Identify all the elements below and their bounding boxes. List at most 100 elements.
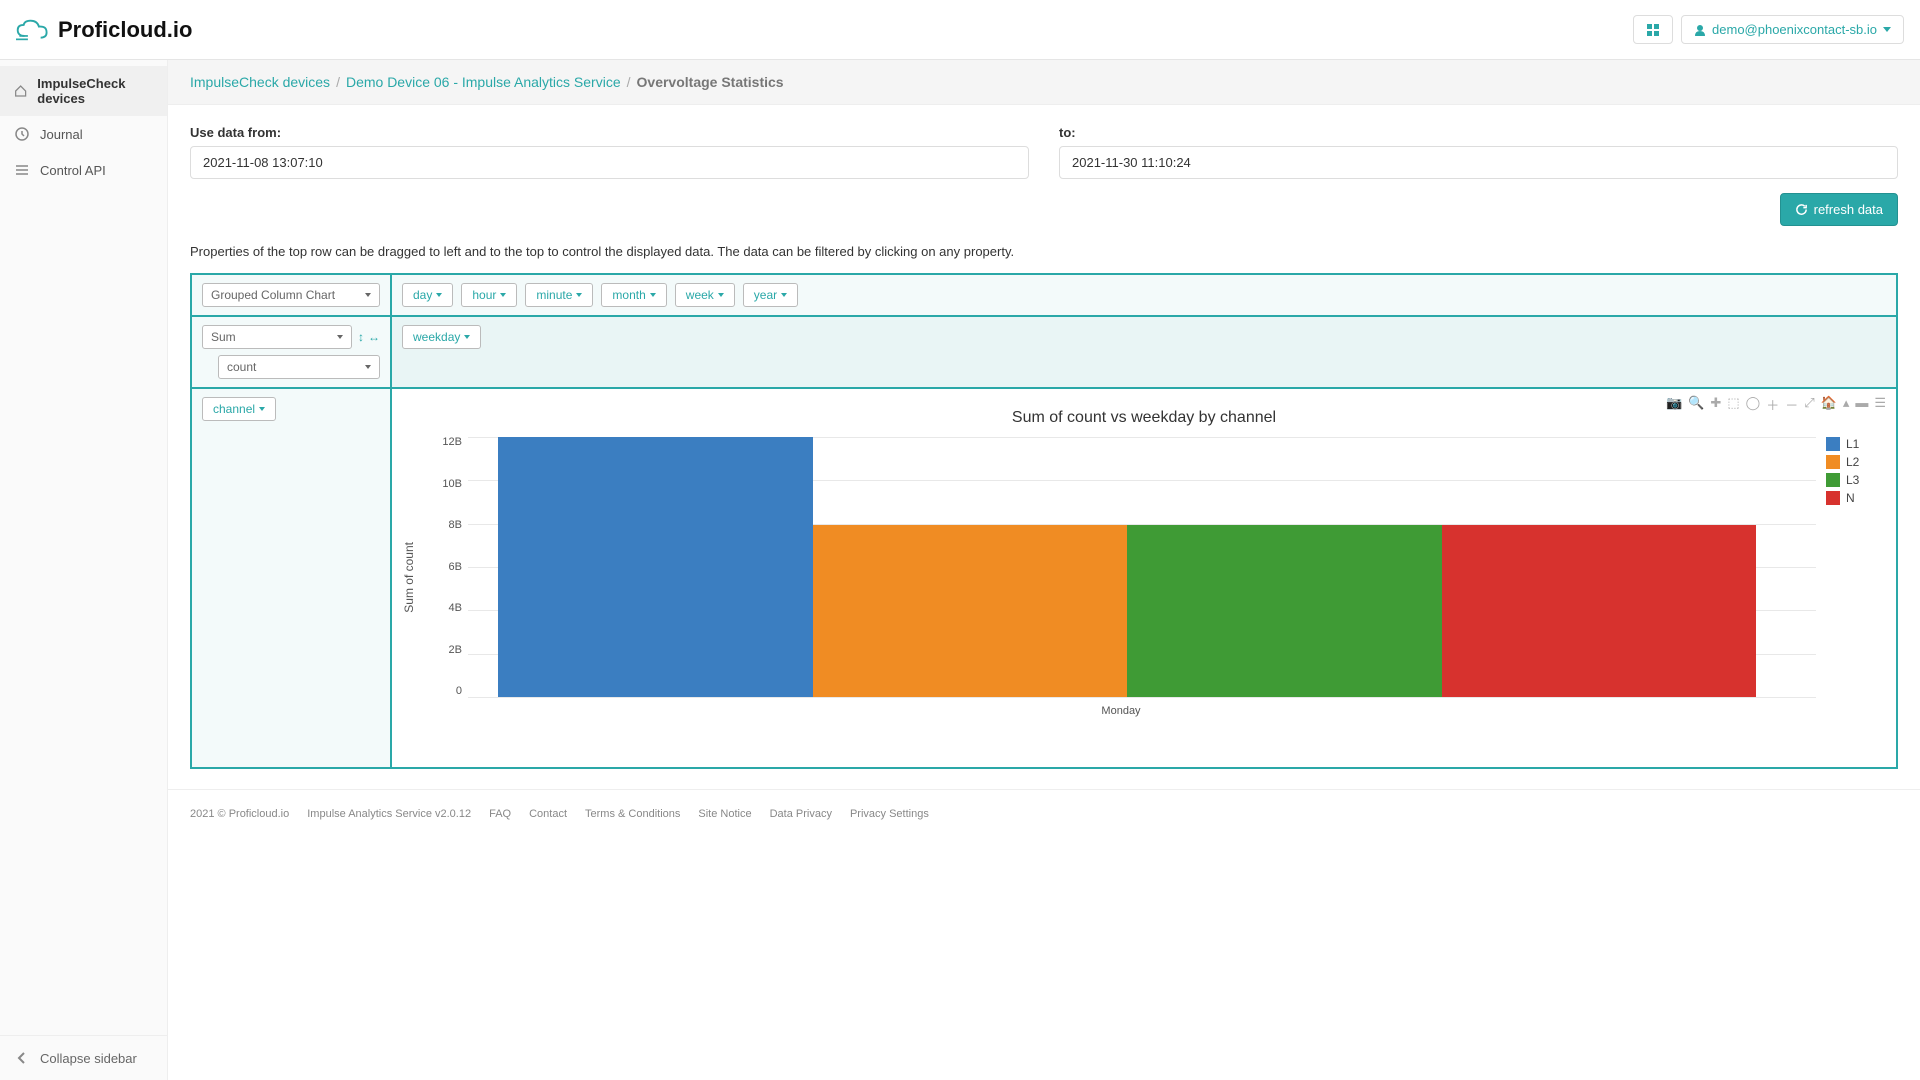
- collapse-sidebar-button[interactable]: Collapse sidebar: [0, 1035, 167, 1080]
- x-category-label: Monday: [426, 705, 1816, 717]
- legend-swatch: [1826, 491, 1840, 505]
- y-tick: 4B: [426, 603, 462, 614]
- user-menu-button[interactable]: demo@phoenixcontact-sb.io: [1681, 15, 1904, 44]
- dim-chip-week[interactable]: week: [675, 283, 735, 307]
- dim-chip-year[interactable]: year: [743, 283, 798, 307]
- footer-link-data-privacy[interactable]: Data Privacy: [770, 808, 832, 820]
- apps-button[interactable]: [1633, 15, 1673, 44]
- chart-type-cell: Grouped Column Chart: [191, 274, 391, 316]
- hover-icon[interactable]: ▬: [1855, 395, 1868, 414]
- date-from-input[interactable]: [190, 146, 1029, 179]
- dim-chip-day[interactable]: day: [402, 283, 453, 307]
- dim-chip-hour[interactable]: hour: [461, 283, 517, 307]
- breadcrumb-link[interactable]: ImpulseCheck devices: [190, 74, 330, 90]
- unused-dims-cell: dayhour minute month week year: [391, 274, 1897, 316]
- refresh-icon: [1795, 203, 1808, 216]
- chevron-down-icon: [500, 293, 506, 297]
- sidebar-item-journal[interactable]: Journal: [0, 116, 167, 152]
- refresh-data-button[interactable]: refresh data: [1780, 193, 1898, 226]
- footer-link-privacy-settings[interactable]: Privacy Settings: [850, 808, 929, 820]
- zoom-out-icon[interactable]: －: [1785, 395, 1798, 414]
- autoscale-icon[interactable]: ⤢: [1804, 395, 1814, 414]
- bars: [498, 437, 1756, 697]
- legend-swatch: [1826, 473, 1840, 487]
- sidebar-item-control-api[interactable]: Control API: [0, 152, 167, 188]
- brand-name: Proficloud.io: [58, 17, 192, 43]
- bar-L3[interactable]: [1127, 525, 1442, 697]
- aggregator-field-select[interactable]: count: [218, 355, 380, 379]
- chevron-down-icon: [464, 335, 470, 339]
- brand-logo: Proficloud.io: [16, 17, 192, 43]
- y-tick: 10B: [426, 479, 462, 490]
- bar-L2[interactable]: [813, 525, 1128, 697]
- lasso-icon[interactable]: ◯: [1746, 395, 1761, 414]
- footer-link-terms-conditions[interactable]: Terms & Conditions: [585, 808, 680, 820]
- date-to-label: to:: [1059, 125, 1898, 140]
- sort-horizontal-icon[interactable]: ↔: [368, 330, 380, 344]
- column-dims-cell: weekday: [391, 316, 1897, 388]
- sidebar-item-label: ImpulseCheck devices: [37, 76, 153, 106]
- legend-swatch: [1826, 437, 1840, 451]
- plot-region: 12B10B8B6B4B2B0 Monday: [426, 437, 1816, 717]
- cloud-icon: [16, 18, 50, 42]
- main: ImpulseCheck devices/Demo Device 06 - Im…: [168, 60, 1920, 1080]
- topbar-right: demo@phoenixcontact-sb.io: [1633, 15, 1904, 44]
- y-tick: 12B: [426, 437, 462, 448]
- sidebar-item-label: Control API: [40, 163, 106, 178]
- chevron-down-icon: [1883, 27, 1891, 32]
- y-axis-ticks: 12B10B8B6B4B2B0: [426, 437, 462, 697]
- user-label: demo@phoenixcontact-sb.io: [1712, 22, 1877, 37]
- breadcrumb-current: Overvoltage Statistics: [637, 74, 784, 90]
- pan-icon[interactable]: ✚: [1710, 395, 1721, 414]
- sidebar-item-label: Journal: [40, 127, 83, 142]
- chevron-down-icon: [576, 293, 582, 297]
- legend-item-L2[interactable]: L2: [1826, 455, 1886, 469]
- box-select-icon[interactable]: ⬚: [1727, 395, 1739, 414]
- aggregator-value: Sum: [211, 330, 236, 344]
- breadcrumb-link[interactable]: Demo Device 06 - Impulse Analytics Servi…: [346, 74, 621, 90]
- y-tick: 6B: [426, 562, 462, 573]
- bar-N[interactable]: [1442, 525, 1757, 697]
- aggregator-select[interactable]: Sum: [202, 325, 352, 349]
- breadcrumb: ImpulseCheck devices/Demo Device 06 - Im…: [168, 60, 1920, 105]
- reset-icon[interactable]: 🏠: [1821, 395, 1837, 414]
- dim-chip-month[interactable]: month: [601, 283, 666, 307]
- legend-swatch: [1826, 455, 1840, 469]
- footer-link-faq[interactable]: FAQ: [489, 808, 511, 820]
- sidebar-item-impulsecheck-devices[interactable]: ImpulseCheck devices: [0, 66, 167, 116]
- camera-icon[interactable]: 📷: [1666, 395, 1682, 414]
- grid-icon: [1646, 23, 1660, 37]
- pivot-grid: Grouped Column Chart dayhourminutemonthw…: [190, 273, 1898, 769]
- chart-type-select[interactable]: Grouped Column Chart: [202, 283, 380, 307]
- content: Use data from: to: refresh data Properti…: [168, 105, 1920, 789]
- zoom-icon[interactable]: 🔍: [1688, 395, 1704, 414]
- spike-icon[interactable]: ▴: [1843, 395, 1850, 414]
- date-to-input[interactable]: [1059, 146, 1898, 179]
- chart-title: Sum of count vs weekday by channel: [402, 409, 1886, 427]
- legend-label: L1: [1846, 437, 1859, 451]
- legend-item-L1[interactable]: L1: [1826, 437, 1886, 451]
- footer-link-contact[interactable]: Contact: [529, 808, 567, 820]
- topbar: Proficloud.io demo@phoenixcontact-sb.io: [0, 0, 1920, 60]
- row-dims-cell: channel: [191, 388, 391, 768]
- legend-item-L3[interactable]: L3: [1826, 473, 1886, 487]
- compare-icon[interactable]: ☰: [1874, 395, 1886, 414]
- legend-item-N[interactable]: N: [1826, 491, 1886, 505]
- chevron-left-icon: [14, 1050, 30, 1066]
- bar-L1[interactable]: [498, 437, 813, 697]
- sort-vertical-icon[interactable]: ↕: [358, 330, 364, 344]
- clock-icon: [14, 126, 30, 142]
- y-tick: 8B: [426, 520, 462, 531]
- chevron-down-icon: [365, 365, 371, 369]
- footer-link-site-notice[interactable]: Site Notice: [698, 808, 751, 820]
- chevron-down-icon: [259, 407, 265, 411]
- chevron-down-icon: [718, 293, 724, 297]
- legend-label: N: [1846, 491, 1855, 505]
- col-dim-chip-weekday[interactable]: weekday: [402, 325, 481, 349]
- row-dim-chip-channel[interactable]: channel: [202, 397, 276, 421]
- zoom-in-icon[interactable]: ＋: [1766, 395, 1779, 414]
- chevron-down-icon: [365, 293, 371, 297]
- chevron-down-icon: [337, 335, 343, 339]
- footer-text: 2021 © Proficloud.io: [190, 808, 289, 820]
- dim-chip-minute[interactable]: minute: [525, 283, 593, 307]
